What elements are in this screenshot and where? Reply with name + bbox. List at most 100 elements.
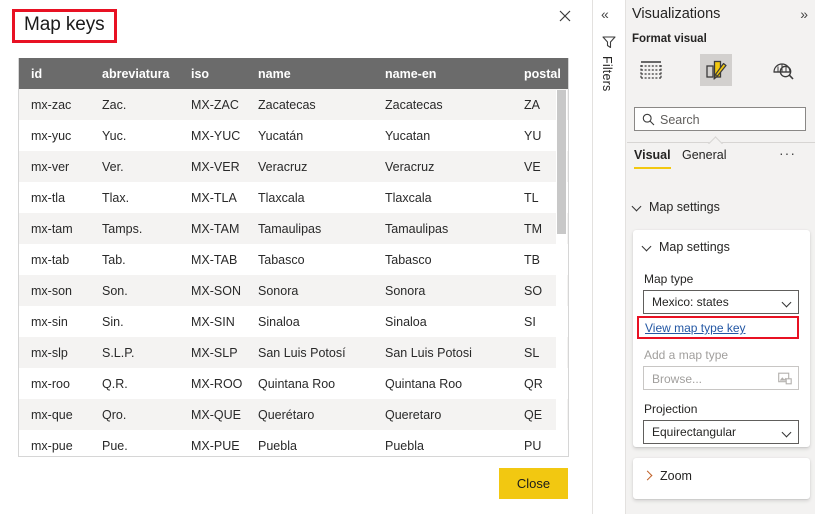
cell-name: San Luis Potosí: [258, 345, 346, 360]
table-row: mx-son Son. MX-SON Sonora Sonora SO: [19, 275, 568, 306]
table-row: mx-roo Q.R. MX-ROO Quintana Roo Quintana…: [19, 368, 568, 399]
cell-id: mx-que: [31, 407, 73, 422]
cell-id: mx-son: [31, 283, 72, 298]
tab-visual[interactable]: Visual: [634, 148, 671, 169]
zoom-card[interactable]: Zoom: [633, 458, 810, 499]
visualizations-pane: « Filters Visualizations » Format visual: [592, 0, 815, 514]
cell-name-en: Quintana Roo: [385, 376, 463, 391]
map-type-value: Mexico: states: [652, 295, 729, 309]
filters-rail: « Filters: [593, 0, 626, 514]
cell-name-en: Veracruz: [385, 159, 435, 174]
cell-id: mx-slp: [31, 345, 68, 360]
column-header-id: id: [19, 58, 90, 89]
column-header-abreviatura: abreviatura: [90, 58, 179, 89]
cell-iso: MX-VER: [191, 159, 240, 174]
cell-abreviatura: Tamps.: [102, 221, 143, 236]
cell-abreviatura: Tlax.: [102, 190, 130, 205]
cell-iso: MX-ROO: [191, 376, 243, 391]
map-keys-dialog: Map keys id abreviatura iso name name-en…: [0, 0, 592, 514]
table-row: mx-slp S.L.P. MX-SLP San Luis Potosí San…: [19, 337, 568, 368]
search-input-container[interactable]: [634, 107, 806, 131]
section-header-zoom[interactable]: Zoom: [643, 469, 692, 483]
subsection-header-map-settings[interactable]: Map settings: [643, 240, 730, 254]
table-scrollbar-thumb[interactable]: [557, 90, 566, 234]
tab-general[interactable]: General: [682, 148, 726, 167]
projection-dropdown[interactable]: Equirectangular: [643, 420, 799, 444]
cell-name: Sinaloa: [258, 314, 300, 329]
cell-iso: MX-SIN: [191, 314, 235, 329]
column-header-name-en: name-en: [373, 58, 512, 89]
close-button[interactable]: Close: [499, 468, 568, 499]
analytics-icon[interactable]: [767, 54, 799, 86]
search-input[interactable]: [660, 111, 800, 129]
app-root: Map keys id abreviatura iso name name-en…: [0, 0, 815, 514]
search-icon: [642, 113, 655, 126]
cell-abreviatura: Tab.: [102, 252, 126, 267]
cell-name: Veracruz: [258, 159, 308, 174]
browse-field[interactable]: Browse...: [643, 366, 799, 390]
filters-label[interactable]: Filters: [600, 56, 614, 91]
section-header-label: Map settings: [649, 200, 720, 214]
cell-id: mx-tla: [31, 190, 66, 205]
view-map-type-key-highlight: View map type key: [637, 316, 799, 339]
tabs-more-icon[interactable]: ···: [779, 145, 796, 161]
cell-name-en: Puebla: [385, 438, 424, 453]
filter-funnel-icon[interactable]: [602, 35, 617, 49]
chevron-down-icon: [633, 202, 643, 212]
cell-iso: MX-PUE: [191, 438, 240, 453]
cell-name-en: San Luis Potosi: [385, 345, 472, 360]
table-row: mx-ver Ver. MX-VER Veracruz Veracruz VE: [19, 151, 568, 182]
map-settings-card: Map settings Map type Mexico: states Vie…: [633, 230, 810, 447]
cell-name: Sonora: [258, 283, 299, 298]
cell-name: Querétaro: [258, 407, 315, 422]
column-header-postal: postal: [512, 58, 568, 89]
image-picker-icon[interactable]: [778, 372, 792, 385]
page-title: Map keys: [12, 9, 117, 43]
projection-label: Projection: [644, 402, 698, 416]
visual-mode-icon-strip: [627, 52, 815, 143]
table-row: mx-yuc Yuc. MX-YUC Yucatán Yucatan YU: [19, 120, 568, 151]
cell-name: Tabasco: [258, 252, 305, 267]
close-x-icon[interactable]: [554, 6, 576, 28]
build-visual-icon[interactable]: [635, 54, 667, 86]
chevron-down-icon: [783, 299, 791, 307]
projection-value: Equirectangular: [652, 425, 737, 439]
cell-name-en: Yucatan: [385, 128, 431, 143]
cell-id: mx-ver: [31, 159, 70, 174]
section-header-map-settings[interactable]: Map settings: [633, 200, 720, 214]
column-header-iso: iso: [179, 58, 246, 89]
cell-name: Quintana Roo: [258, 376, 336, 391]
cell-name-en: Sonora: [385, 283, 426, 298]
chevron-down-icon: [643, 242, 653, 252]
cell-name-en: Tamaulipas: [385, 221, 449, 236]
cell-name-en: Zacatecas: [385, 97, 443, 112]
table-row: mx-tab Tab. MX-TAB Tabasco Tabasco TB: [19, 244, 568, 275]
cell-name: Tlaxcala: [258, 190, 305, 205]
double-chevron-right-icon[interactable]: »: [800, 6, 808, 22]
cell-id: mx-tam: [31, 221, 73, 236]
cell-iso: MX-TLA: [191, 190, 237, 205]
view-map-type-key-link[interactable]: View map type key: [645, 321, 746, 335]
map-keys-table-container: id abreviatura iso name name-en postal m…: [18, 58, 569, 457]
cell-abreviatura: Qro.: [102, 407, 127, 422]
table-row: mx-tla Tlax. MX-TLA Tlaxcala Tlaxcala TL: [19, 182, 568, 213]
table-scrollbar[interactable]: [556, 90, 567, 455]
map-type-dropdown[interactable]: Mexico: states: [643, 290, 799, 314]
add-map-type-label: Add a map type: [644, 348, 729, 362]
format-visual-icon[interactable]: [700, 54, 732, 86]
cell-name-en: Tabasco: [385, 252, 432, 267]
format-tabs: Visual General ···: [634, 145, 809, 172]
cell-name-en: Tlaxcala: [385, 190, 432, 205]
chevron-down-icon: [783, 429, 791, 437]
table-body: mx-zac Zac. MX-ZAC Zacatecas Zacatecas Z…: [19, 89, 568, 456]
cell-abreviatura: S.L.P.: [102, 345, 135, 360]
double-chevron-left-icon[interactable]: «: [601, 6, 609, 22]
cell-name-en: Sinaloa: [385, 314, 427, 329]
cell-id: mx-roo: [31, 376, 70, 391]
cell-iso: MX-SON: [191, 283, 241, 298]
cell-id: mx-yuc: [31, 128, 72, 143]
cell-abreviatura: Sin.: [102, 314, 124, 329]
map-keys-table: id abreviatura iso name name-en postal m…: [19, 58, 568, 456]
selected-tab-pointer: [707, 135, 725, 144]
cell-iso: MX-TAM: [191, 221, 240, 236]
